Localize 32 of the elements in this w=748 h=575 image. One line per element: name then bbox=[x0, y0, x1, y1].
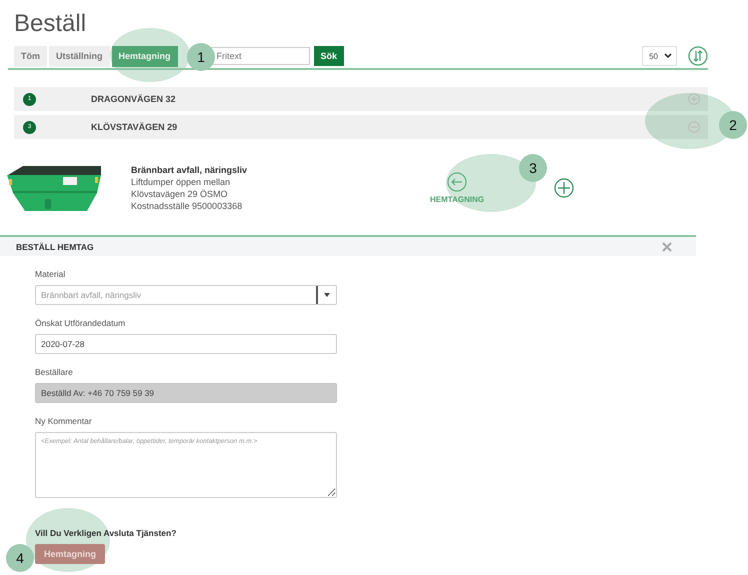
page-size-select[interactable]: 50 bbox=[642, 46, 677, 66]
plus-circle-icon[interactable] bbox=[554, 178, 574, 198]
field-label: Ny Kommentar bbox=[35, 416, 93, 426]
chevron-down-icon bbox=[664, 53, 672, 59]
page-title: Beställ bbox=[14, 10, 88, 39]
arrow-left-circle-icon bbox=[447, 172, 468, 192]
hemtagning-button[interactable]: HEMTAGNING bbox=[430, 172, 484, 204]
panel-title: BESTÄLL HEMTAG bbox=[16, 242, 94, 252]
hemtagning-button[interactable]: Hemtagning bbox=[35, 544, 106, 564]
callout-marker: 4 bbox=[6, 544, 34, 572]
close-icon[interactable] bbox=[662, 242, 672, 252]
field-label: Material bbox=[35, 269, 66, 279]
container-details: Brännbart avfall, näringsliv Liftdumper öppen mellan Klövstavägen 29 ÖSMO Kostnadsställe 9500003368 bbox=[131, 164, 248, 212]
search-button[interactable]: Sök bbox=[314, 46, 344, 66]
confirm-question: Vill Du Verkligen Avsluta Tjänsten? bbox=[35, 528, 178, 538]
sort-icon[interactable] bbox=[688, 46, 708, 66]
search-field[interactable]: Fritext bbox=[210, 47, 310, 65]
tab[interactable]: Töm bbox=[14, 46, 47, 66]
tab[interactable]: Utställning bbox=[49, 46, 110, 66]
date-field[interactable]: 2020-07-28 bbox=[35, 334, 337, 354]
material-select[interactable]: Brännbart avfall, näringsliv bbox=[35, 285, 337, 305]
caret-icon bbox=[324, 293, 330, 297]
address-name: KLÖVSTAVÄGEN 29 bbox=[91, 122, 178, 132]
field-label: Önskat Utförandedatum bbox=[35, 318, 126, 328]
tab[interactable]: Hemtagning bbox=[112, 46, 178, 66]
address-name: DRAGONVÄGEN 32 bbox=[91, 94, 177, 104]
readonly-field: Beställd Av: +46 70 759 59 39 bbox=[35, 383, 337, 403]
callout-marker: 3 bbox=[519, 154, 547, 182]
callout-marker: 2 bbox=[719, 111, 747, 139]
callout-marker: 1 bbox=[187, 43, 215, 71]
field-label: Beställare bbox=[35, 367, 74, 377]
minus-circle-icon[interactable] bbox=[688, 121, 700, 133]
